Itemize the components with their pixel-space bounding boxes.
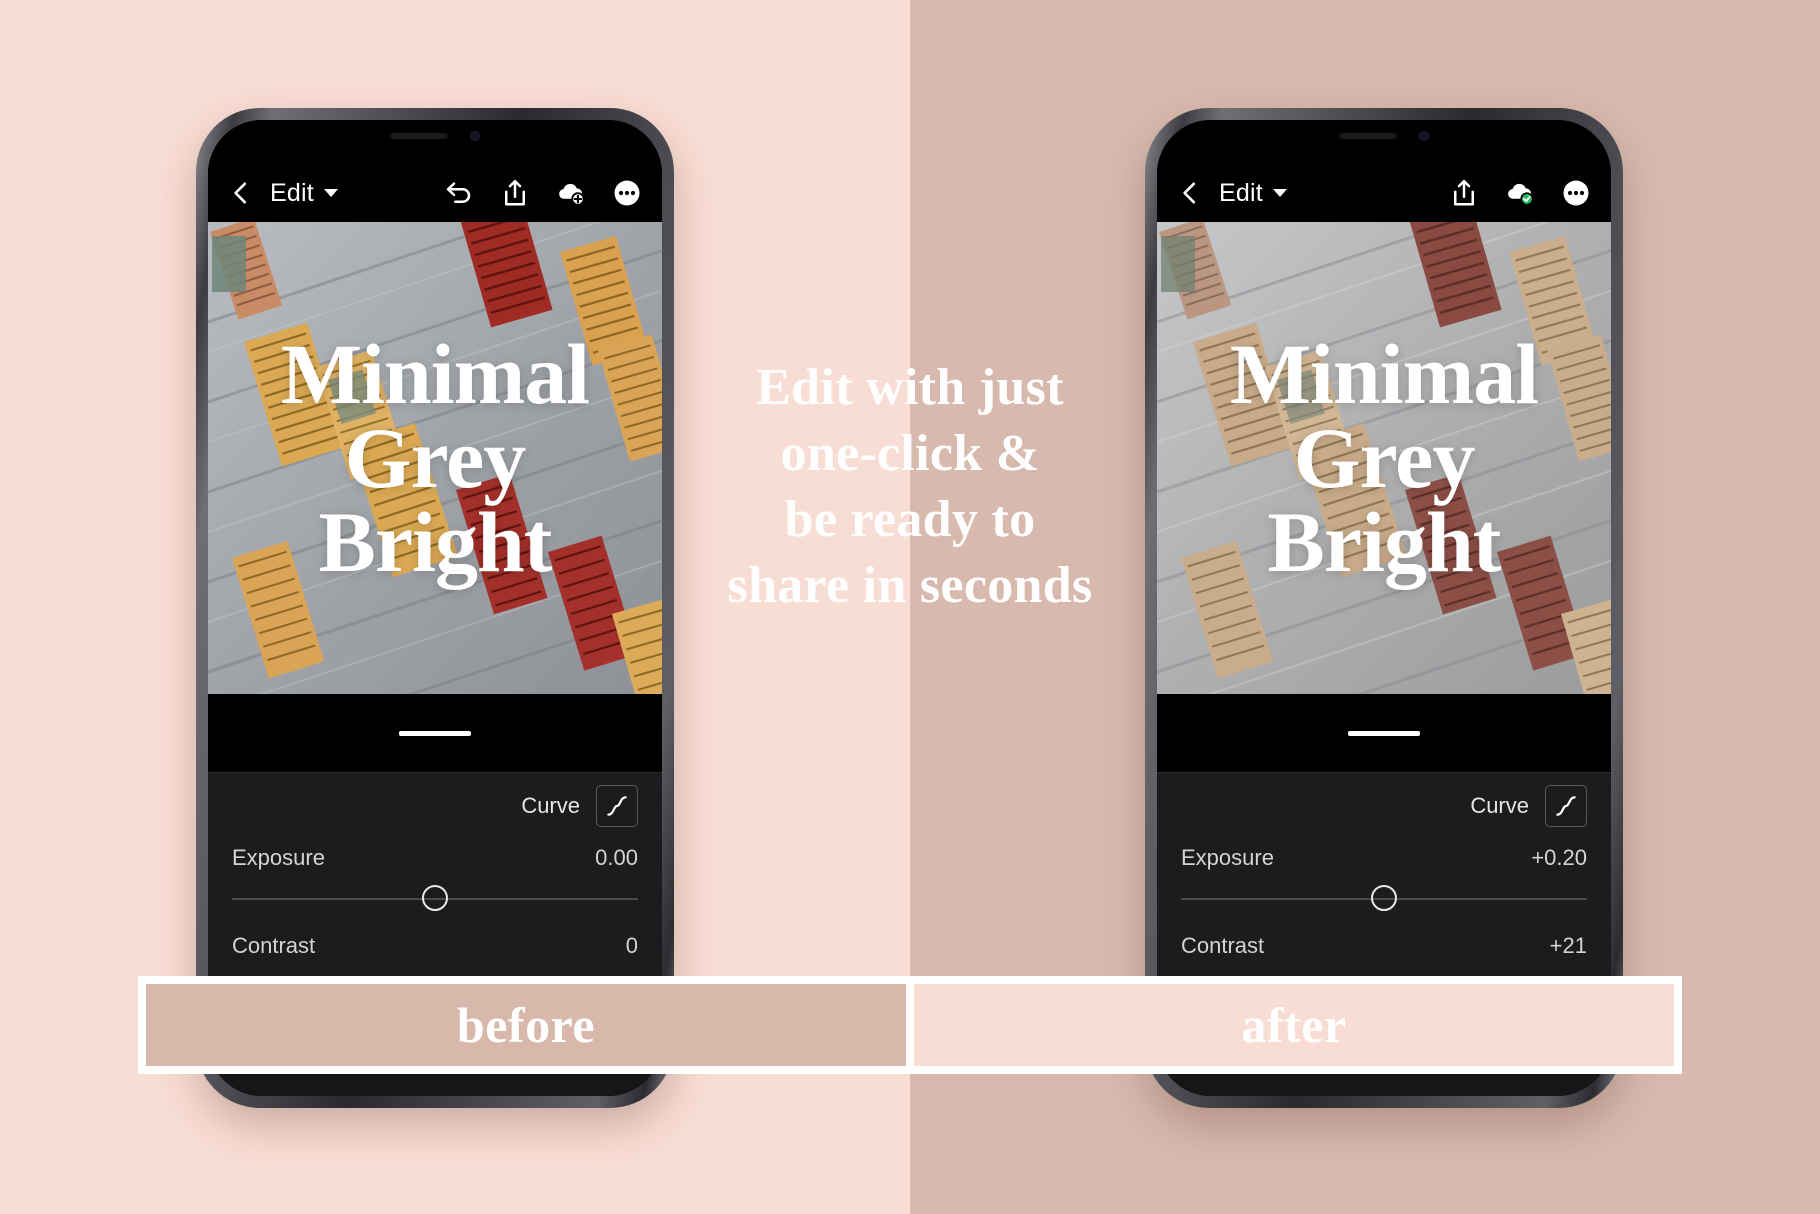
after-exposure-knob[interactable] (1371, 885, 1397, 911)
cloud-synced-icon[interactable] (1505, 178, 1535, 208)
tone-curve-icon[interactable] (596, 785, 638, 827)
before-exposure-slider[interactable]: Exposure 0.00 (232, 839, 638, 913)
cloud-add-icon[interactable] (556, 178, 586, 208)
panel-drag-handle[interactable] (399, 730, 471, 736)
before-edit-title[interactable]: Edit (270, 179, 314, 208)
tone-curve-glyph (607, 796, 627, 816)
banner-before-half: before (146, 984, 906, 1066)
more-ellipsis-icon[interactable] (612, 178, 642, 208)
before-exposure-track[interactable] (232, 885, 638, 913)
before-filmstrip-gap (208, 694, 662, 772)
after-contrast-value: +21 (1549, 933, 1587, 958)
caption-line-2: one-click & (780, 425, 1040, 483)
after-contrast-label: Contrast (1181, 933, 1265, 958)
before-exposure-value: 0.00 (595, 845, 638, 870)
after-exposure-track[interactable] (1181, 885, 1587, 913)
building-facade-photo-after (1157, 222, 1611, 694)
after-light-panel: Curve Exposure +0.20 Contrast +21 (1157, 772, 1611, 994)
caption-line-1: Edit with just (756, 359, 1064, 416)
share-icon[interactable] (500, 178, 530, 208)
after-exposure-label: Exposure (1181, 845, 1274, 870)
earpiece-speaker (390, 133, 448, 139)
before-curve-row: Curve (232, 773, 638, 839)
lightroom-app-before: Edit Minimal Grey Bright Curve Exposure … (208, 120, 662, 1096)
earpiece-speaker (1339, 133, 1397, 139)
after-photo[interactable]: Minimal Grey Bright (1157, 222, 1611, 694)
phone-notch (337, 120, 533, 152)
banner-divider (906, 984, 914, 1066)
lightroom-app-after: Edit Minimal Grey Bright Curve Exposure … (1157, 120, 1611, 1096)
before-curve-label: Curve (521, 793, 580, 818)
after-contrast-slider[interactable]: Contrast +21 (1181, 927, 1587, 959)
after-topbar: Edit (1157, 164, 1611, 222)
before-exposure-label: Exposure (232, 845, 325, 870)
banner-after-half: after (914, 984, 1674, 1066)
before-phone-mockup: Edit Minimal Grey Bright Curve Exposure … (196, 108, 674, 1108)
panel-drag-handle[interactable] (1348, 730, 1420, 736)
share-icon[interactable] (1449, 178, 1479, 208)
chevron-left-icon[interactable] (1177, 180, 1203, 206)
after-exposure-slider[interactable]: Exposure +0.20 (1181, 839, 1587, 913)
banner-after-label: after (1241, 997, 1347, 1053)
tone-curve-glyph (1556, 796, 1576, 816)
before-after-banner: before after (138, 976, 1682, 1074)
before-topbar: Edit (208, 164, 662, 222)
before-exposure-knob[interactable] (422, 885, 448, 911)
after-curve-label: Curve (1470, 793, 1529, 818)
phone-notch (1286, 120, 1482, 152)
after-phone-mockup: Edit Minimal Grey Bright Curve Exposure … (1145, 108, 1623, 1108)
front-camera (1419, 131, 1429, 141)
after-exposure-value: +0.20 (1531, 845, 1587, 870)
before-contrast-value: 0 (625, 933, 638, 958)
front-camera (470, 131, 480, 141)
before-contrast-label: Contrast (232, 933, 316, 958)
caption-line-4: share in seconds (727, 557, 1093, 615)
before-contrast-slider[interactable]: Contrast 0 (232, 927, 638, 959)
banner-before-label: before (456, 997, 596, 1053)
more-ellipsis-icon[interactable] (1561, 178, 1591, 208)
caption-line-3: be ready to (784, 491, 1036, 549)
tone-curve-icon[interactable] (1545, 785, 1587, 827)
chevron-left-icon[interactable] (228, 180, 254, 206)
building-facade-photo-before (208, 222, 662, 694)
after-edit-title[interactable]: Edit (1219, 179, 1263, 208)
after-filmstrip-gap (1157, 694, 1611, 772)
caret-down-icon[interactable] (1272, 189, 1287, 197)
promo-caption: Edit with just one-click & be ready to s… (660, 355, 1160, 619)
caret-down-icon[interactable] (323, 189, 338, 197)
before-light-panel: Curve Exposure 0.00 Contrast 0 (208, 772, 662, 994)
after-curve-row: Curve (1181, 773, 1587, 839)
undo-icon[interactable] (444, 178, 474, 208)
before-photo[interactable]: Minimal Grey Bright (208, 222, 662, 694)
